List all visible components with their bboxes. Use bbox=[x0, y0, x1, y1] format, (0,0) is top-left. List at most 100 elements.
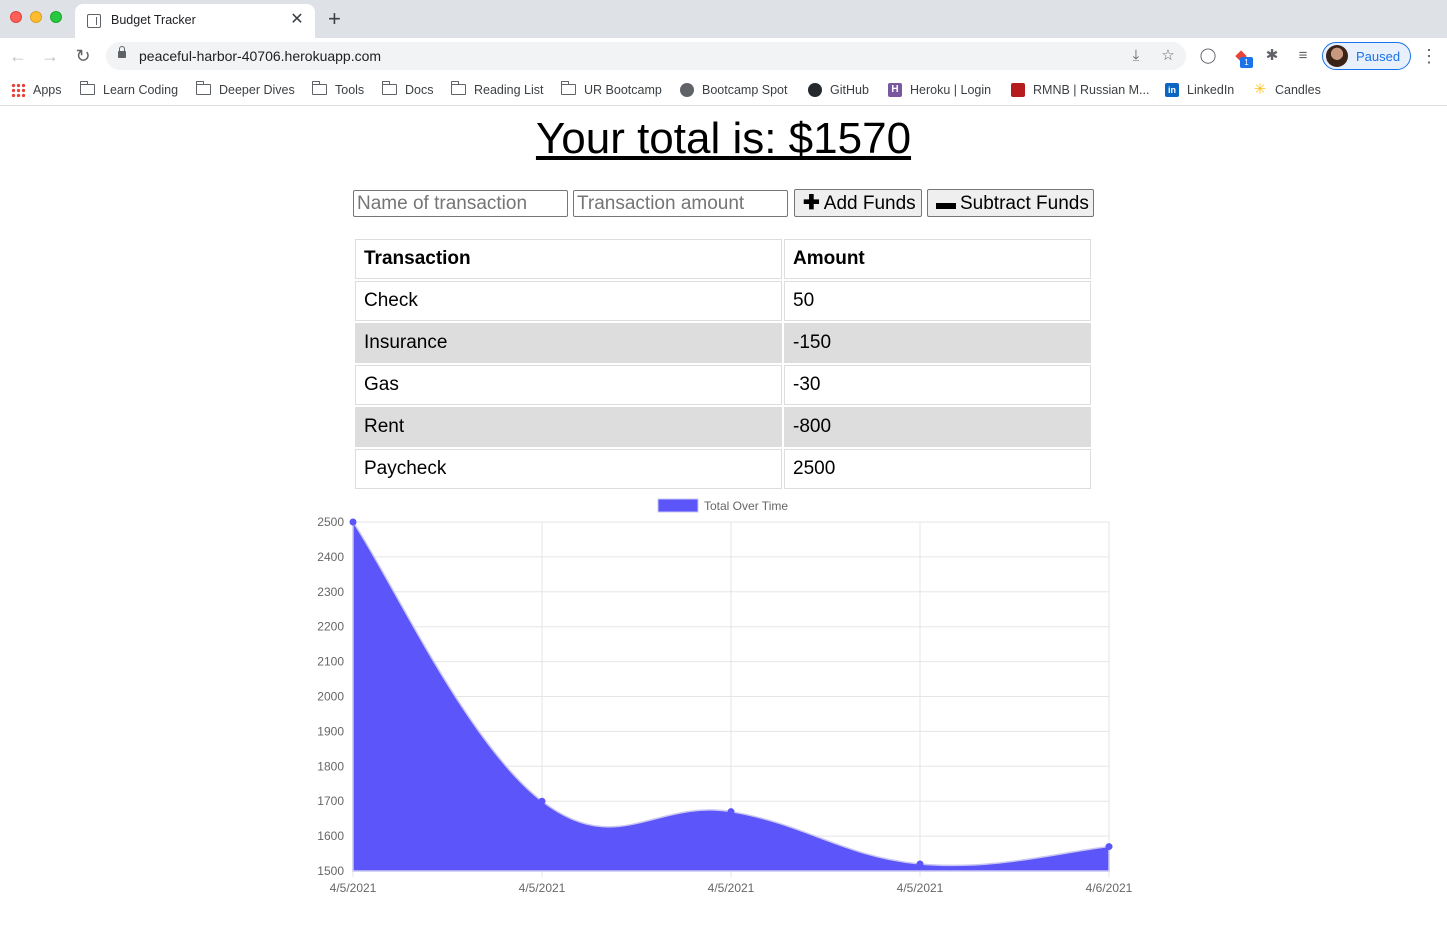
transaction-name-cell: Check bbox=[355, 281, 782, 321]
window-minimize-button[interactable] bbox=[30, 11, 42, 23]
bookmark-label: Tools bbox=[335, 83, 365, 97]
bookmark-label: RMNB | Russian M... bbox=[1033, 83, 1150, 97]
x-tick-label: 4/5/2021 bbox=[519, 881, 566, 895]
folder-icon bbox=[79, 81, 95, 96]
y-tick-label: 1800 bbox=[317, 759, 344, 773]
back-arrow-icon[interactable]: ← bbox=[8, 46, 28, 66]
bookmark-label: UR Bootcamp bbox=[584, 83, 662, 97]
bookmarks-bar: Apps Learn Coding Deeper Dives Tools Doc… bbox=[0, 74, 1447, 106]
data-point[interactable] bbox=[1105, 843, 1113, 851]
new-tab-button[interactable]: + bbox=[328, 8, 341, 30]
bookmark-label: Apps bbox=[33, 83, 62, 97]
table-row: Check 50 bbox=[355, 281, 1091, 321]
apps-grid-icon bbox=[11, 82, 25, 97]
x-tick-label: 4/6/2021 bbox=[1086, 881, 1133, 895]
bookmark-github[interactable]: GitHub bbox=[808, 80, 869, 100]
folder-icon bbox=[450, 81, 466, 96]
transaction-name-input[interactable] bbox=[353, 190, 568, 217]
data-point[interactable] bbox=[916, 860, 924, 868]
data-point[interactable] bbox=[349, 518, 357, 526]
legend-label[interactable]: Total Over Time bbox=[704, 499, 788, 513]
y-tick-label: 2300 bbox=[317, 585, 344, 599]
url-text[interactable]: peaceful-harbor-40706.herokuapp.com bbox=[139, 48, 381, 64]
column-header-transaction: Transaction bbox=[355, 239, 782, 279]
bookmark-tools[interactable]: Tools bbox=[311, 80, 365, 100]
github-icon bbox=[808, 82, 822, 97]
bookmark-label: GitHub bbox=[830, 83, 869, 97]
bookmark-reading-list[interactable]: Reading List bbox=[450, 80, 544, 100]
table-row: Paycheck 2500 bbox=[355, 449, 1091, 489]
folder-icon bbox=[560, 81, 576, 96]
transaction-name-cell: Insurance bbox=[355, 323, 782, 363]
bookmark-learn-coding[interactable]: Learn Coding bbox=[79, 80, 179, 100]
window-maximize-button[interactable] bbox=[50, 11, 62, 23]
reading-list-icon[interactable]: ≡ bbox=[1293, 46, 1313, 66]
transaction-name-cell: Gas bbox=[355, 365, 782, 405]
bookmark-deeper-dives[interactable]: Deeper Dives bbox=[195, 80, 295, 100]
folder-icon bbox=[311, 81, 327, 96]
browser-tab[interactable]: Budget Tracker ✕ bbox=[75, 4, 315, 38]
walmart-spark-icon: ✳ bbox=[1253, 80, 1267, 98]
rmnb-icon bbox=[1011, 82, 1025, 97]
extension-badge: 1 bbox=[1240, 57, 1253, 68]
bookmark-star-icon[interactable]: ☆ bbox=[1158, 46, 1178, 66]
tab-close-icon[interactable]: ✕ bbox=[289, 11, 305, 29]
subtract-funds-button[interactable]: ▬ Subtract Funds bbox=[927, 189, 1094, 217]
y-tick-label: 1500 bbox=[317, 864, 344, 878]
tab-strip: Budget Tracker ✕ + bbox=[0, 0, 1447, 38]
transaction-amount-cell: -30 bbox=[784, 365, 1091, 405]
bookmark-candles[interactable]: ✳ Candles bbox=[1253, 80, 1321, 100]
bookmark-rmnb[interactable]: RMNB | Russian M... bbox=[1011, 80, 1149, 100]
bookmark-label: Heroku | Login bbox=[910, 83, 992, 97]
bookmark-linkedin[interactable]: in LinkedIn bbox=[1165, 80, 1234, 100]
bookmark-ur-bootcamp[interactable]: UR Bootcamp bbox=[560, 80, 662, 100]
transaction-amount-cell: -150 bbox=[784, 323, 1091, 363]
plus-icon: ✚ bbox=[803, 192, 820, 214]
chrome-menu-icon[interactable]: ⋮ bbox=[1420, 46, 1438, 66]
bookmark-label: Reading List bbox=[474, 83, 544, 97]
linkedin-icon: in bbox=[1165, 82, 1179, 97]
lock-icon[interactable] bbox=[118, 46, 126, 58]
browser-toolbar: ← → ↻ peaceful-harbor-40706.herokuapp.co… bbox=[0, 38, 1447, 74]
y-tick-label: 1700 bbox=[317, 794, 344, 808]
legend-swatch[interactable] bbox=[657, 498, 699, 513]
window-close-button[interactable] bbox=[10, 11, 22, 23]
column-header-amount: Amount bbox=[784, 239, 1091, 279]
add-funds-button[interactable]: ✚ Add Funds bbox=[794, 189, 922, 217]
y-tick-label: 2400 bbox=[317, 550, 344, 564]
total-over-time-chart: 1500 1600 1700 1800 1900 2000 2100 2200 2300 2400… bbox=[317, 498, 1133, 895]
transaction-amount-cell: -800 bbox=[784, 407, 1091, 447]
globe-icon bbox=[680, 82, 694, 97]
transaction-amount-cell: 50 bbox=[784, 281, 1091, 321]
bookmark-label: Learn Coding bbox=[103, 83, 179, 97]
bookmark-label: Deeper Dives bbox=[219, 83, 295, 97]
table-row: Gas -30 bbox=[355, 365, 1091, 405]
bookmark-label: Bootcamp Spot bbox=[702, 83, 788, 97]
forward-arrow-icon[interactable]: → bbox=[40, 46, 60, 66]
table-header-row: Transaction Amount bbox=[355, 239, 1091, 279]
x-tick-label: 4/5/2021 bbox=[330, 881, 377, 895]
data-point[interactable] bbox=[727, 808, 735, 816]
extensions-puzzle-icon[interactable]: ✱ bbox=[1262, 46, 1282, 66]
bookmark-label: Candles bbox=[1275, 83, 1321, 97]
add-funds-label: Add Funds bbox=[823, 193, 916, 214]
bookmark-bootcamp-spot[interactable]: Bootcamp Spot bbox=[680, 80, 787, 100]
transaction-amount-input[interactable] bbox=[573, 190, 788, 217]
bookmark-label: Docs bbox=[405, 83, 434, 97]
bookmark-docs[interactable]: Docs bbox=[381, 80, 434, 100]
data-point[interactable] bbox=[538, 797, 546, 805]
profile-status-label: Paused bbox=[1356, 49, 1401, 64]
install-app-icon[interactable]: ⤓ bbox=[1126, 46, 1146, 66]
y-tick-label: 2100 bbox=[317, 655, 344, 669]
folder-icon bbox=[381, 81, 397, 96]
avatar bbox=[1326, 45, 1348, 67]
bookmark-apps[interactable]: Apps bbox=[11, 80, 62, 100]
bookmark-heroku[interactable]: H Heroku | Login bbox=[888, 80, 991, 100]
tab-title: Budget Tracker bbox=[111, 13, 196, 27]
extension-code-icon[interactable]: ◯ bbox=[1198, 46, 1218, 66]
profile-button[interactable]: Paused bbox=[1322, 42, 1411, 70]
address-bar[interactable]: peaceful-harbor-40706.herokuapp.com ⤓ ☆ bbox=[106, 42, 1186, 70]
folder-icon bbox=[195, 81, 211, 96]
subtract-funds-label: Subtract Funds bbox=[960, 193, 1089, 214]
reload-icon[interactable]: ↻ bbox=[73, 46, 93, 66]
